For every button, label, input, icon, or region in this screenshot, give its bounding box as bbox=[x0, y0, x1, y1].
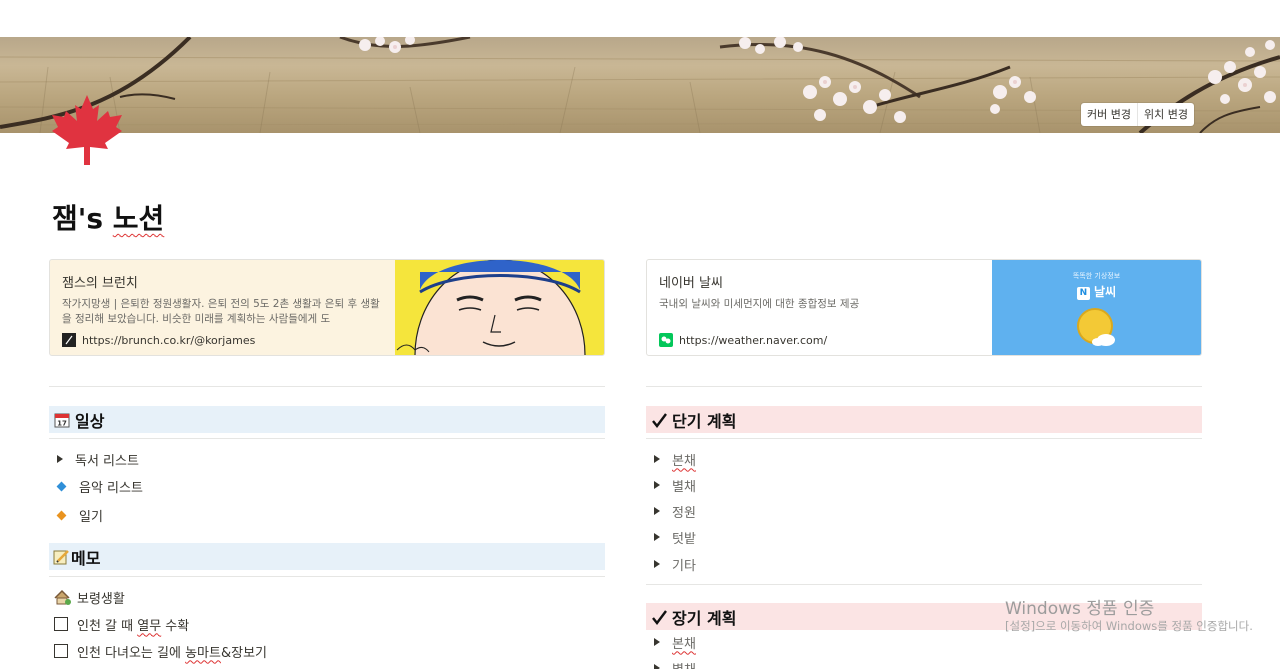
heading-short-term-plan[interactable]: 단기 계획 bbox=[646, 406, 1202, 433]
bookmark-brunch[interactable]: 잼스의 브런치 작가지망생 | 은퇴한 정원생활자. 은퇴 전의 5도 2촌 생… bbox=[49, 259, 605, 356]
bookmark-thumbnail-weather: 똑똑한 기상정보 N 날씨 bbox=[992, 260, 1201, 355]
toggle-arrow-icon[interactable] bbox=[654, 533, 660, 541]
bookmark-title: 잼스의 브런치 bbox=[62, 276, 138, 291]
page-link-diary[interactable]: 일기 bbox=[49, 506, 103, 525]
toggle-arrow-icon[interactable] bbox=[654, 481, 660, 489]
checkmark-icon bbox=[650, 608, 668, 626]
svg-text:17: 17 bbox=[57, 419, 67, 427]
divider bbox=[646, 386, 1202, 387]
toggle-arrow-icon[interactable] bbox=[57, 455, 63, 463]
toggle-reading-list[interactable]: 독서 리스트 bbox=[49, 450, 139, 469]
change-cover-button[interactable]: 커버 변경 bbox=[1081, 103, 1137, 126]
divider bbox=[49, 386, 605, 387]
toggle-arrow-icon[interactable] bbox=[654, 507, 660, 515]
page-link-boryeong-life[interactable]: 보령생활 bbox=[49, 588, 125, 607]
bookmark-title: 네이버 날씨 bbox=[659, 276, 723, 291]
toggle-main-house[interactable]: 본채 bbox=[646, 633, 696, 652]
naver-icon bbox=[659, 333, 673, 347]
windows-activation-message: [설정]으로 이동하여 Windows를 정품 인증합니다. bbox=[1005, 619, 1253, 633]
bookmark-url: https://weather.naver.com/ bbox=[659, 333, 980, 347]
sun-cloud-icon bbox=[1077, 308, 1115, 346]
calendar-icon: 17 bbox=[53, 411, 71, 429]
divider bbox=[646, 584, 1202, 585]
reposition-cover-button[interactable]: 위치 변경 bbox=[1137, 103, 1194, 126]
maple-leaf-icon[interactable] bbox=[50, 95, 124, 167]
bookmark-thumbnail-portrait bbox=[395, 260, 604, 355]
heading-daily[interactable]: 17 일상 bbox=[49, 406, 605, 433]
toggle-arrow-icon[interactable] bbox=[654, 638, 660, 646]
cover-image: 커버 변경 위치 변경 bbox=[0, 37, 1280, 133]
bookmark-url: https://brunch.co.kr/@korjames bbox=[62, 333, 383, 347]
toggle-vegetable-garden[interactable]: 텃밭 bbox=[646, 528, 696, 547]
toggle-arrow-icon[interactable] bbox=[654, 455, 660, 463]
memo-icon bbox=[52, 548, 70, 566]
toggle-garden[interactable]: 정원 bbox=[646, 502, 696, 521]
checkmark-icon bbox=[650, 411, 668, 429]
toggle-main-house[interactable]: 본채 bbox=[646, 450, 696, 469]
cover-controls: 커버 변경 위치 변경 bbox=[1081, 103, 1194, 126]
toggle-arrow-icon[interactable] bbox=[654, 664, 660, 669]
bookmark-text: 잼스의 브런치 작가지망생 | 은퇴한 정원생활자. 은퇴 전의 5도 2촌 생… bbox=[50, 260, 395, 355]
divider bbox=[49, 438, 605, 439]
toggle-annex[interactable]: 별채 bbox=[646, 476, 696, 495]
house-icon bbox=[53, 588, 71, 606]
page-link-music-list[interactable]: 음악 리스트 bbox=[49, 477, 143, 496]
toggle-etc[interactable]: 기타 bbox=[646, 555, 696, 574]
todo-item[interactable]: 인천 다녀오는 길에 농마트 &장보기 bbox=[49, 642, 267, 661]
checkbox[interactable] bbox=[54, 644, 68, 658]
bookmark-description: 국내외 날씨와 미세먼지에 대한 종합정보 제공 bbox=[659, 298, 860, 310]
bookmark-text: 네이버 날씨 국내외 날씨와 미세먼지에 대한 종합정보 제공 https://… bbox=[647, 260, 992, 355]
todo-item[interactable]: 인천 갈 때 열무 수확 bbox=[49, 615, 189, 634]
brunch-icon bbox=[62, 333, 76, 347]
divider bbox=[49, 576, 605, 577]
orange-diamond-icon bbox=[56, 510, 67, 520]
checkbox[interactable] bbox=[54, 617, 68, 631]
heading-memo[interactable]: 메모 bbox=[49, 543, 605, 570]
blue-diamond-icon bbox=[56, 481, 67, 491]
divider bbox=[646, 438, 1202, 439]
toggle-annex[interactable]: 별채 bbox=[646, 659, 696, 669]
windows-activation-title: Windows 정품 인증 bbox=[1005, 599, 1155, 619]
page-title[interactable]: 잼's 노션 bbox=[52, 197, 164, 237]
bookmark-description: 작가지망생 | 은퇴한 정원생활자. 은퇴 전의 5도 2촌 생활과 은퇴 후 … bbox=[62, 298, 380, 325]
toggle-arrow-icon[interactable] bbox=[654, 560, 660, 568]
bookmark-naver-weather[interactable]: 네이버 날씨 국내외 날씨와 미세먼지에 대한 종합정보 제공 https://… bbox=[646, 259, 1202, 356]
